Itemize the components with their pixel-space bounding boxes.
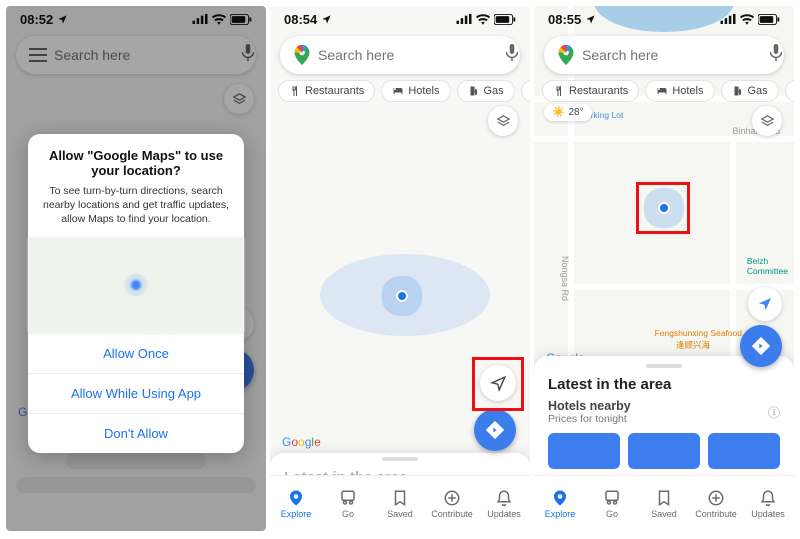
nav-go[interactable]: Go <box>586 476 638 531</box>
road-label: Nongsa Rd <box>560 256 570 301</box>
layers-button[interactable] <box>488 106 518 136</box>
current-location-dot <box>396 290 408 302</box>
chip-gas[interactable]: Gas <box>721 80 779 102</box>
battery-icon <box>494 14 516 25</box>
search-bar[interactable] <box>544 36 784 74</box>
sun-icon: ☀️ <box>552 107 564 118</box>
bottom-sheet[interactable]: Latest in the area Hotels nearby Prices … <box>534 356 794 475</box>
location-arrow-icon <box>585 14 596 25</box>
sheet-title: Latest in the area <box>548 376 780 393</box>
signal-icon <box>456 14 472 24</box>
screenshot-1: 08:52 Google Allow "Google Maps" to use … <box>6 6 266 531</box>
mic-icon[interactable] <box>505 44 529 67</box>
chip-restaurants[interactable]: Restaurants <box>278 80 375 102</box>
nav-explore[interactable]: Explore <box>534 476 586 531</box>
bed-icon <box>656 85 668 97</box>
fork-knife-icon <box>553 85 565 97</box>
dialog-title: Allow "Google Maps" to use your location… <box>40 148 232 178</box>
poi-label: arking Lot <box>586 110 623 120</box>
chip-shopping[interactable]: Shopping <box>521 80 530 102</box>
gas-icon <box>468 85 480 97</box>
hotels-sub: Prices for tonight <box>548 413 631 425</box>
chip-restaurants[interactable]: Restaurants <box>542 80 639 102</box>
nav-saved[interactable]: Saved <box>374 476 426 531</box>
chip-shopping[interactable]: Shopping <box>785 80 794 102</box>
category-chips: Restaurants Hotels Gas Shopping <box>278 80 530 102</box>
highlight-locate <box>472 357 524 411</box>
hotel-card[interactable] <box>708 433 780 469</box>
directions-fab[interactable] <box>474 409 516 451</box>
search-input[interactable] <box>312 47 505 63</box>
status-time: 08:55 <box>548 12 581 27</box>
hotel-cards <box>548 433 780 469</box>
nav-updates[interactable]: Updates <box>478 476 530 531</box>
google-logo: Google <box>282 435 321 449</box>
nav-explore[interactable]: Explore <box>270 476 322 531</box>
weather-chip[interactable]: ☀️ 28° <box>544 104 592 121</box>
directions-icon <box>485 420 505 440</box>
nav-contribute[interactable]: Contribute <box>690 476 742 531</box>
chip-gas[interactable]: Gas <box>457 80 515 102</box>
bed-icon <box>392 85 404 97</box>
highlight-location-dot <box>636 182 690 234</box>
chip-hotels[interactable]: Hotels <box>381 80 450 102</box>
hotel-card[interactable] <box>628 433 700 469</box>
dialog-option-allow-once[interactable]: Allow Once <box>28 333 244 373</box>
category-chips: Restaurants Hotels Gas Shopping <box>542 80 794 102</box>
mic-icon[interactable] <box>769 44 793 67</box>
nav-saved[interactable]: Saved <box>638 476 690 531</box>
signal-icon <box>720 14 736 24</box>
status-time: 08:54 <box>284 12 317 27</box>
bottom-nav: Explore Go Saved Contribute Updates <box>534 475 794 531</box>
search-bar[interactable] <box>280 36 520 74</box>
location-arrow-icon <box>321 14 332 25</box>
screenshot-3: Binhai E Rd Binhai E Rd Nongsa Rd arking… <box>534 6 794 531</box>
wifi-icon <box>740 14 754 25</box>
nav-contribute[interactable]: Contribute <box>426 476 478 531</box>
layers-icon <box>496 114 511 129</box>
screenshot-2: 08:54 Restaurants Hotels Gas Shopping Go… <box>270 6 530 531</box>
status-bar: 08:54 <box>270 6 530 32</box>
maps-pin-icon <box>556 45 576 65</box>
locate-arrow-icon <box>757 296 773 312</box>
fork-knife-icon <box>289 85 301 97</box>
wifi-icon <box>476 14 490 25</box>
status-bar: 08:55 <box>534 6 794 32</box>
dialog-map-preview <box>28 237 244 333</box>
bottom-nav: Explore Go Saved Contribute Updates <box>270 475 530 531</box>
directions-fab[interactable] <box>740 325 782 367</box>
bottom-sheet-peek[interactable]: Latest in the area <box>270 453 530 475</box>
layers-button[interactable] <box>752 106 782 136</box>
dialog-option-allow-while[interactable]: Allow While Using App <box>28 373 244 413</box>
dialog-option-dont-allow[interactable]: Don't Allow <box>28 413 244 453</box>
locate-button[interactable] <box>748 287 782 321</box>
weather-temp: 28° <box>568 107 583 118</box>
gas-icon <box>732 85 744 97</box>
battery-icon <box>758 14 780 25</box>
search-input[interactable] <box>576 47 769 63</box>
hotels-title: Hotels nearby <box>548 399 631 413</box>
dialog-body: To see turn-by-turn directions, search n… <box>40 184 232 227</box>
location-permission-dialog: Allow "Google Maps" to use your location… <box>28 134 244 453</box>
poi-label: 逢顺兴海 <box>676 339 710 351</box>
nav-go[interactable]: Go <box>322 476 374 531</box>
layers-icon <box>760 114 775 129</box>
chip-hotels[interactable]: Hotels <box>645 80 714 102</box>
info-icon[interactable]: ⓘ <box>768 404 780 421</box>
maps-pin-icon <box>292 45 312 65</box>
poi-label: Fengshunxing Seafood <box>655 328 742 338</box>
poi-label: Beizh Committee <box>747 256 788 276</box>
hotel-card[interactable] <box>548 433 620 469</box>
directions-icon <box>751 336 771 356</box>
nav-updates[interactable]: Updates <box>742 476 794 531</box>
